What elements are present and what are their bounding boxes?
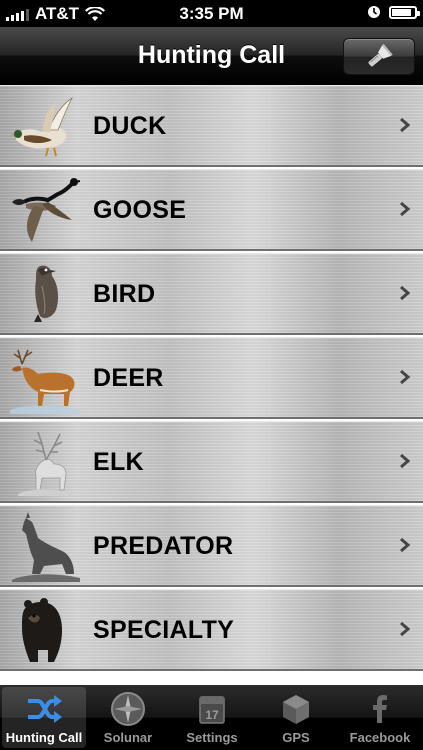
chevron-right-icon bbox=[400, 369, 411, 385]
navigation-bar: Hunting Call bbox=[0, 27, 423, 85]
chevron-right-icon bbox=[400, 285, 411, 301]
category-label: SPECIALTY bbox=[93, 616, 235, 644]
category-row-predator[interactable]: PREDATOR bbox=[0, 505, 423, 587]
calendar-icon: 17 bbox=[199, 696, 225, 724]
chevron-right-icon bbox=[400, 117, 411, 133]
tab-label: Hunting Call bbox=[5, 730, 83, 745]
bear-icon bbox=[22, 598, 62, 662]
tab-label: Solunar bbox=[103, 730, 153, 745]
chevron-right-icon bbox=[400, 621, 411, 637]
tab-settings[interactable]: 17 Settings bbox=[170, 687, 254, 748]
tab-solunar[interactable]: Solunar bbox=[86, 687, 170, 748]
chevron-right-icon bbox=[400, 453, 411, 469]
tab-facebook[interactable]: Facebook bbox=[338, 687, 422, 748]
tab-label: Settings bbox=[186, 730, 238, 745]
category-row-deer[interactable]: DEER bbox=[0, 337, 423, 419]
flashlight-icon bbox=[368, 43, 393, 66]
category-label: DEER bbox=[93, 364, 164, 392]
cube-icon bbox=[283, 695, 309, 724]
tab-label: GPS bbox=[282, 730, 310, 745]
clock: 3:35 PM bbox=[179, 4, 244, 23]
duck-icon bbox=[9, 96, 74, 157]
chevron-right-icon bbox=[400, 201, 411, 217]
svg-text:17: 17 bbox=[205, 708, 219, 722]
battery-icon bbox=[389, 5, 420, 19]
category-row-elk[interactable]: ELK bbox=[0, 421, 423, 503]
category-row-specialty[interactable]: SPECIALTY bbox=[0, 589, 423, 671]
category-row-goose[interactable]: GOOSE bbox=[0, 169, 423, 251]
category-label: DUCK bbox=[93, 112, 167, 140]
tab-hunting-call[interactable]: Hunting Call bbox=[2, 687, 86, 748]
deer-icon bbox=[10, 349, 80, 414]
elk-icon bbox=[18, 431, 74, 496]
shuffle-icon bbox=[28, 695, 62, 723]
compass-icon bbox=[111, 692, 145, 726]
goose-icon bbox=[12, 178, 81, 242]
category-label: PREDATOR bbox=[93, 532, 234, 560]
chevron-right-icon bbox=[400, 537, 411, 553]
category-list: DUCK GOOSE BIRD DEER ELK PREDATOR SPECIA… bbox=[0, 85, 423, 685]
category-label: ELK bbox=[93, 448, 144, 476]
category-row-bird[interactable]: BIRD bbox=[0, 253, 423, 335]
tab-gps[interactable]: GPS bbox=[254, 687, 338, 748]
category-label: BIRD bbox=[93, 280, 156, 308]
tab-bar: Hunting Call Solunar 17 Settings GPS Fac… bbox=[0, 685, 423, 750]
flashlight-button[interactable] bbox=[343, 38, 415, 75]
category-label: GOOSE bbox=[93, 196, 187, 224]
category-row-duck[interactable]: DUCK bbox=[0, 85, 423, 167]
bird-icon bbox=[34, 265, 59, 322]
wolf-icon bbox=[12, 512, 80, 582]
facebook-icon bbox=[373, 695, 387, 723]
status-bar: AT&T 3:35 PM bbox=[0, 0, 423, 27]
tab-label: Facebook bbox=[349, 730, 411, 745]
orientation-lock-icon bbox=[368, 6, 380, 18]
